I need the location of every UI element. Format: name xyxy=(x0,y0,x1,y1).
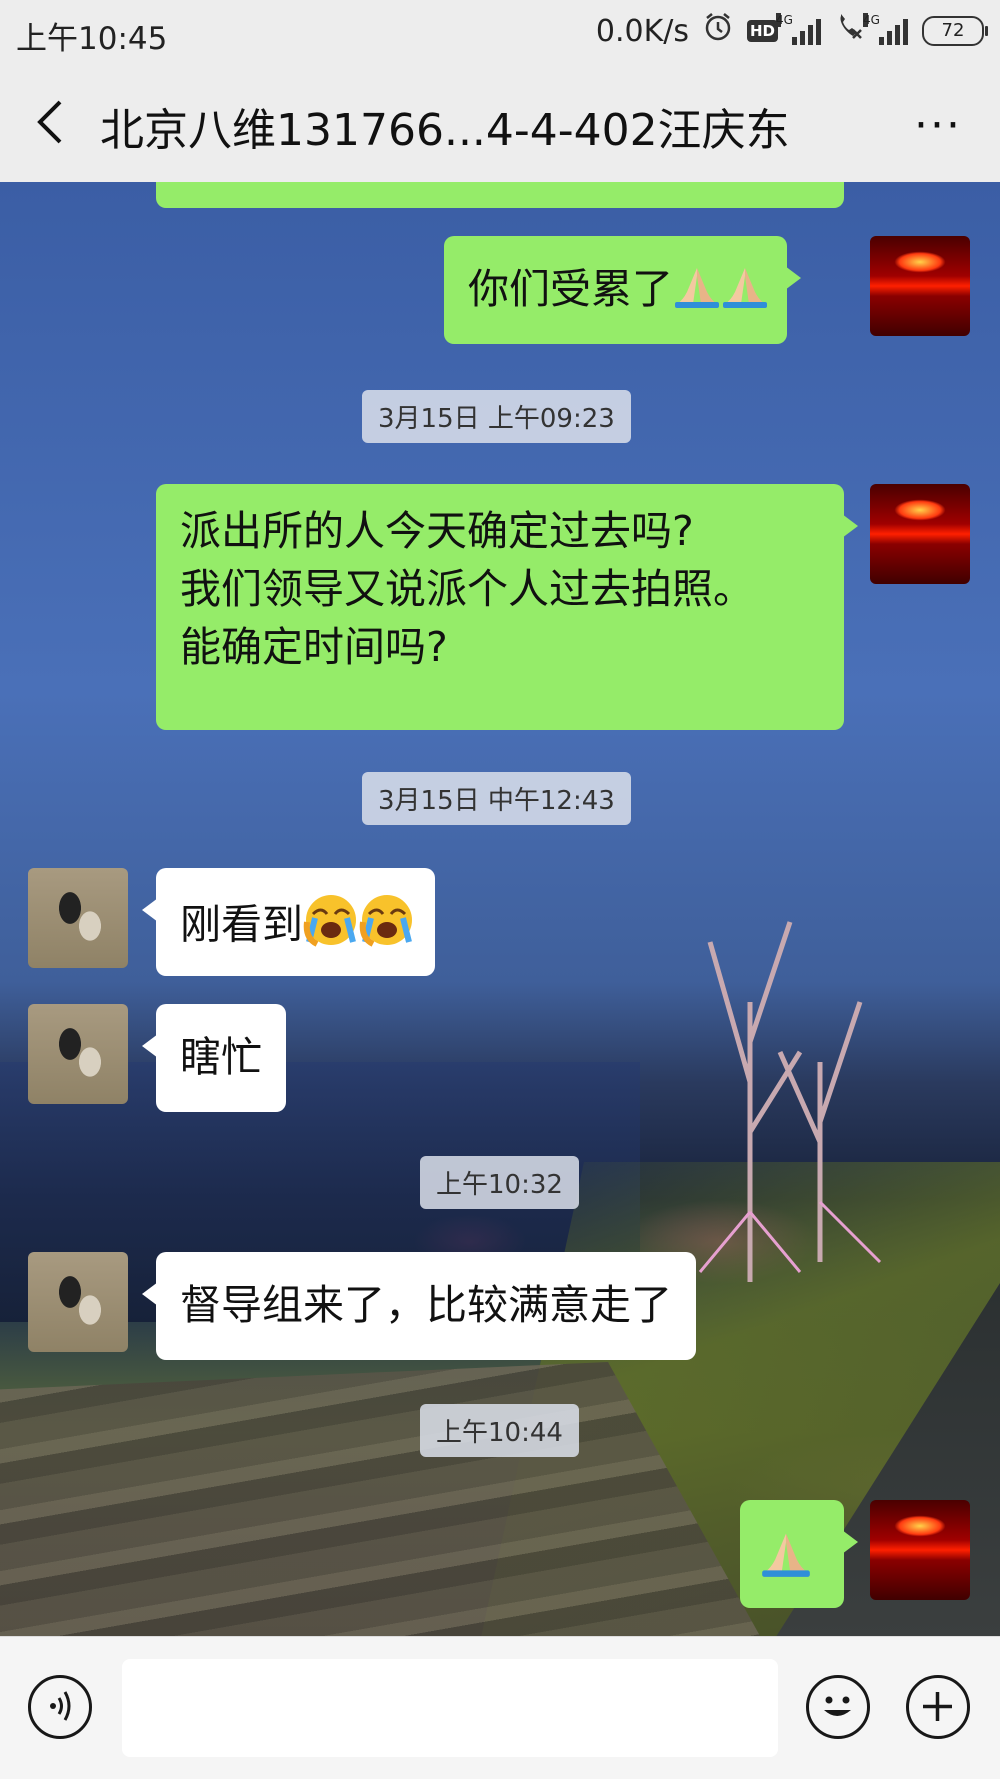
timestamp: 3月15日 上午09:23 xyxy=(362,390,631,443)
background-tree xyxy=(698,921,882,1282)
status-bar: 上午10:45 0.0K/s HD 4G 4G 72 xyxy=(0,0,1000,64)
message-text: 督导组来了，比较满意走了 xyxy=(180,1281,672,1329)
timestamp: 上午10:44 xyxy=(420,1404,579,1457)
message-text: 你们受累了 xyxy=(468,265,673,313)
avatar-self[interactable] xyxy=(870,1500,970,1600)
status-time: 上午10:45 xyxy=(16,21,168,57)
message-text: 刚看到 xyxy=(180,900,303,949)
loudly-crying-face-emoji xyxy=(303,892,359,963)
timestamp: 上午10:32 xyxy=(420,1156,579,1209)
message-bubble[interactable]: 你们受累了 xyxy=(444,236,801,344)
avatar-other[interactable] xyxy=(28,1004,128,1104)
folded-hands-emoji xyxy=(721,262,769,323)
folded-hands-emoji xyxy=(760,1526,812,1593)
signal-icon-2: 4G xyxy=(863,13,908,45)
folded-hands-emoji xyxy=(673,262,721,323)
message-bubble[interactable]: 派出所的人今天确定过去吗? 我们领导又说派个人过去拍照。 能确定时间吗? xyxy=(156,484,858,730)
message-bubble-partial[interactable] xyxy=(156,182,844,208)
voice-icon xyxy=(50,1691,71,1721)
input-bar xyxy=(0,1636,1000,1779)
loudly-crying-face-emoji xyxy=(359,892,415,963)
back-button[interactable] xyxy=(26,92,76,152)
battery-icon: 72 xyxy=(922,16,988,46)
chat-area[interactable]: 你们受累了 3月15日 上午09:23 派出所的人今天确定过去吗? 我们领导又说… xyxy=(0,182,1000,1636)
voice-button[interactable] xyxy=(28,1675,92,1739)
message-bubble[interactable]: 刚看到 xyxy=(142,868,435,976)
avatar-self[interactable] xyxy=(870,236,970,336)
timestamp: 3月15日 中午12:43 xyxy=(362,772,631,825)
more-button[interactable]: ··· xyxy=(914,100,962,151)
emoji-button[interactable] xyxy=(806,1675,870,1739)
message-input[interactable] xyxy=(122,1659,778,1757)
chat-title: 北京八维131766...4-4-402汪庆东 xyxy=(100,105,790,156)
smiley-icon xyxy=(824,1696,851,1716)
net-speed: 0.0K/s xyxy=(595,13,689,49)
signal-icon: 4G xyxy=(776,13,821,45)
avatar-other[interactable] xyxy=(28,868,128,968)
message-bubble[interactable] xyxy=(740,1500,858,1608)
avatar-other[interactable] xyxy=(28,1252,128,1352)
alarm-icon xyxy=(703,12,733,50)
hd-icon: HD xyxy=(746,20,778,42)
chevron-left-icon xyxy=(37,100,62,144)
chat-header: 北京八维131766...4-4-402汪庆东 ··· xyxy=(0,64,1000,182)
message-text: 瞎忙 xyxy=(180,1033,262,1081)
avatar-self[interactable] xyxy=(870,484,970,584)
message-bubble[interactable]: 瞎忙 xyxy=(142,1004,286,1112)
message-bubble[interactable]: 督导组来了，比较满意走了 xyxy=(142,1252,696,1360)
message-line: 我们领导又说派个人过去拍照。 xyxy=(180,565,754,613)
call-blocked-icon xyxy=(835,12,865,50)
add-button[interactable] xyxy=(906,1675,970,1739)
message-line: 能确定时间吗? xyxy=(180,623,448,671)
plus-icon xyxy=(923,1692,952,1721)
message-line: 派出所的人今天确定过去吗? xyxy=(180,507,694,555)
